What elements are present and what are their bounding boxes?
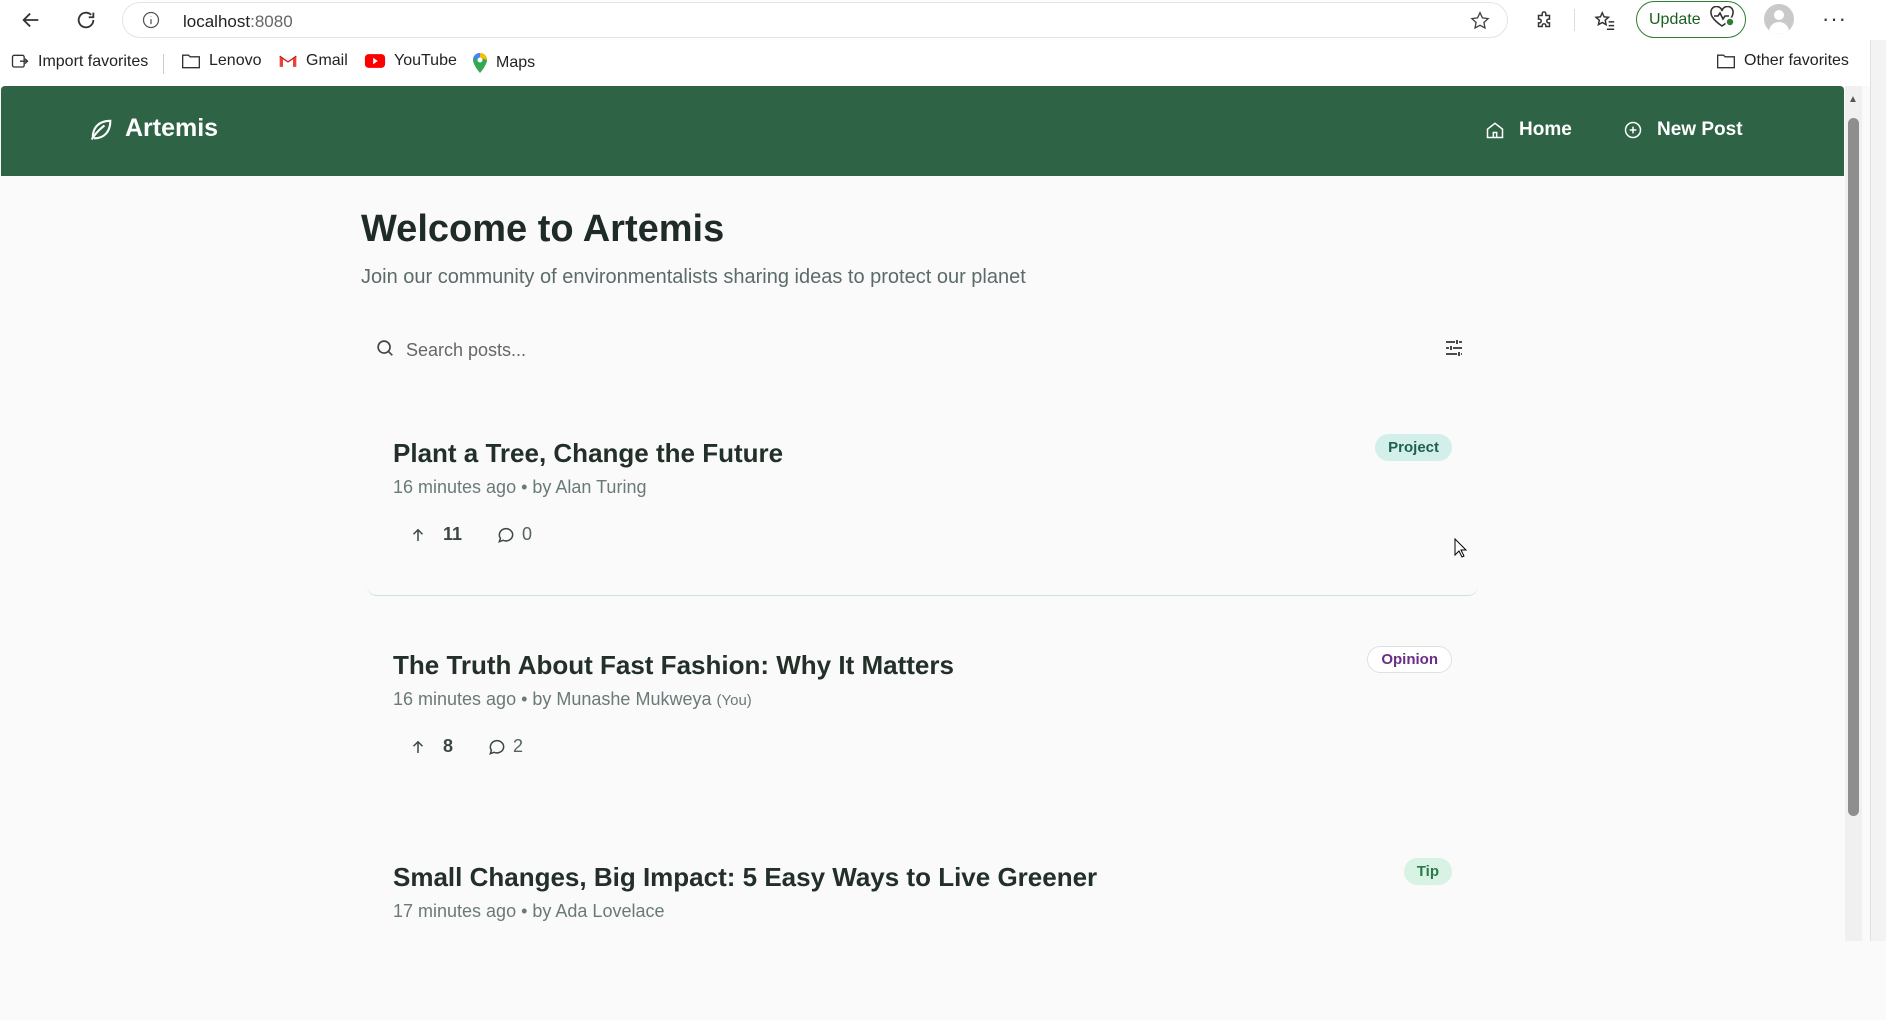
arrow-up-icon: [412, 740, 424, 753]
search-icon: [374, 337, 396, 364]
nav-home[interactable]: Home: [1485, 119, 1572, 141]
nav-home-label: Home: [1519, 119, 1572, 140]
refresh-button[interactable]: [71, 5, 101, 35]
upvote-count: 8: [443, 736, 454, 756]
brand-logo[interactable]: Artemis: [87, 114, 218, 143]
upvote-button[interactable]: 8: [409, 736, 453, 757]
comments-button[interactable]: 0: [496, 524, 532, 545]
url-text: localhost:8080: [183, 12, 293, 31]
post-card[interactable]: Plant a Tree, Change the Future 16 minut…: [367, 402, 1478, 596]
post-tag: Tip: [1403, 858, 1452, 885]
puzzle-icon: [1537, 11, 1551, 28]
brand-name: Artemis: [125, 114, 219, 142]
comment-count: 0: [522, 524, 533, 544]
site-info-icon[interactable]: [141, 10, 161, 35]
post-title[interactable]: Small Changes, Big Impact: 5 Easy Ways t…: [393, 862, 1097, 893]
leaf-icon: [90, 119, 112, 140]
post-tag: Project: [1375, 434, 1452, 461]
mouse-cursor-icon: [1454, 537, 1468, 563]
post-stats: 11 0: [409, 524, 532, 545]
filter-sliders-icon[interactable]: [1442, 336, 1466, 365]
bookmarks-bar: Import favorites Lenovo Gmail YouTube Ma…: [0, 40, 1886, 86]
post-meta-text: 16 minutes ago • by Alan Turing: [393, 477, 647, 497]
post-stats: 8 2: [409, 736, 523, 757]
nav-new-post[interactable]: New Post: [1623, 119, 1743, 141]
nav-new-post-label: New Post: [1657, 119, 1743, 140]
post-title[interactable]: The Truth About Fast Fashion: Why It Mat…: [393, 650, 954, 681]
favorites-button[interactable]: [1590, 6, 1620, 36]
plus-circle-icon: [1624, 121, 1642, 139]
bookmark-label: Lenovo: [209, 52, 262, 69]
bookmark-label: Import favorites: [38, 53, 149, 70]
post-meta: 17 minutes ago • by Ada Lovelace: [393, 901, 665, 922]
post-card[interactable]: Small Changes, Big Impact: 5 Easy Ways t…: [367, 826, 1478, 1020]
address-bar[interactable]: localhost:8080: [122, 2, 1508, 38]
browser-toolbar: localhost:8080 Update ···: [0, 0, 1886, 40]
post-card[interactable]: The Truth About Fast Fashion: Why It Mat…: [367, 614, 1478, 808]
bookmark-maps[interactable]: Maps: [472, 52, 535, 74]
bookmark-youtube[interactable]: YouTube: [364, 52, 457, 70]
bookmark-import-favorites[interactable]: Import favorites: [10, 52, 148, 72]
refresh-icon: [77, 11, 95, 29]
post-meta-text: 17 minutes ago • by Ada Lovelace: [393, 901, 665, 921]
bookmark-divider: [163, 54, 164, 74]
folder-icon: [182, 54, 200, 69]
arrow-left-icon: [22, 12, 39, 28]
scroll-up-arrow-icon[interactable]: ▲: [1848, 94, 1858, 105]
comment-icon: [498, 527, 514, 543]
home-icon: [1486, 122, 1504, 139]
comments-button[interactable]: 2: [487, 736, 523, 757]
extensions-button[interactable]: [1529, 6, 1559, 36]
gmail-icon: [279, 55, 297, 67]
comment-icon: [489, 739, 505, 755]
bookmark-other-favorites[interactable]: Other favorites: [1716, 52, 1849, 70]
scrollbar-thumb[interactable]: [1848, 118, 1859, 816]
arrow-up-icon: [412, 528, 424, 541]
post-meta-text: 16 minutes ago • by Munashe Mukweya: [393, 689, 712, 709]
post-meta: 16 minutes ago • by Munashe Mukweya (You…: [393, 689, 752, 710]
favorites-star-list-icon: [1594, 10, 1615, 30]
update-label: Update: [1649, 10, 1701, 28]
search-bar: [364, 323, 1478, 377]
bookmark-label: Maps: [496, 54, 536, 71]
you-indicator: (You): [716, 692, 752, 709]
page-subtitle: Join our community of environmentalists …: [361, 266, 1026, 288]
comment-count: 2: [513, 736, 524, 756]
bookmark-label: YouTube: [394, 52, 457, 69]
profile-avatar[interactable]: [1764, 4, 1794, 34]
upvote-button[interactable]: 11: [409, 524, 462, 545]
bookmark-lenovo[interactable]: Lenovo: [181, 52, 262, 70]
folder-icon: [1717, 54, 1735, 69]
back-button[interactable]: [16, 5, 46, 35]
favorite-star-icon[interactable]: [1469, 10, 1491, 37]
maps-icon: [473, 53, 487, 73]
upvote-count: 11: [443, 524, 463, 544]
page-title: Welcome to Artemis: [361, 208, 725, 250]
post-meta: 16 minutes ago • by Alan Turing: [393, 477, 646, 498]
main-content: Welcome to Artemis Join our community of…: [0, 176, 1844, 941]
post-title[interactable]: Plant a Tree, Change the Future: [393, 438, 783, 469]
heart-monitor-icon: [1709, 5, 1735, 33]
more-menu-button[interactable]: ···: [1822, 6, 1847, 32]
update-button[interactable]: Update: [1636, 1, 1746, 38]
youtube-icon: [364, 54, 386, 68]
import-icon: [11, 54, 29, 68]
app-header: Artemis Home New Post: [1, 86, 1844, 176]
bookmark-gmail[interactable]: Gmail: [278, 52, 348, 70]
bookmark-label: Gmail: [306, 52, 348, 69]
toolbar-divider: [1574, 9, 1575, 31]
post-tag: Opinion: [1367, 646, 1452, 673]
search-input[interactable]: [406, 333, 1366, 367]
edge-sidebar: [1870, 40, 1886, 941]
bookmark-label: Other favorites: [1744, 52, 1849, 69]
